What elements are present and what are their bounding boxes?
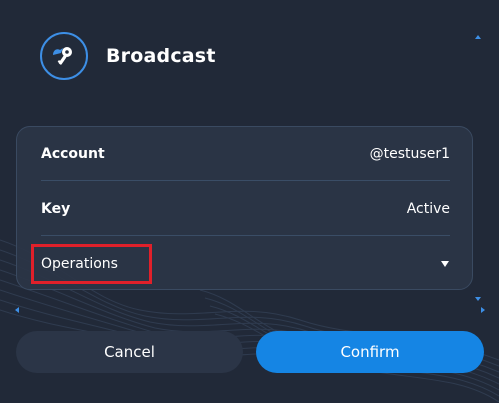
cancel-button[interactable]: Cancel [16,331,243,373]
scroll-up-arrow-icon[interactable] [475,35,481,39]
account-value: @testuser1 [369,146,450,162]
confirm-button[interactable]: Confirm [256,331,484,373]
caret-down-icon[interactable] [441,261,449,267]
scroll-right-arrow-icon[interactable] [481,307,485,313]
operations-toggle[interactable]: Operations [41,253,450,275]
key-icon [40,32,88,80]
key-value: Active [406,201,450,217]
account-label: Account [41,146,105,162]
operations-label: Operations [41,256,118,272]
scroll-down-arrow-icon[interactable] [475,297,481,301]
account-row: Account @testuser1 [41,143,450,165]
key-row: Key Active [41,198,450,220]
transaction-details-card: Account @testuser1 Key Active Operations [16,126,473,290]
key-label: Key [41,201,71,217]
dialog-header: Broadcast [40,32,216,80]
scroll-left-arrow-icon[interactable] [15,307,19,313]
divider [41,235,450,236]
page-title: Broadcast [106,45,216,67]
divider [41,180,450,181]
